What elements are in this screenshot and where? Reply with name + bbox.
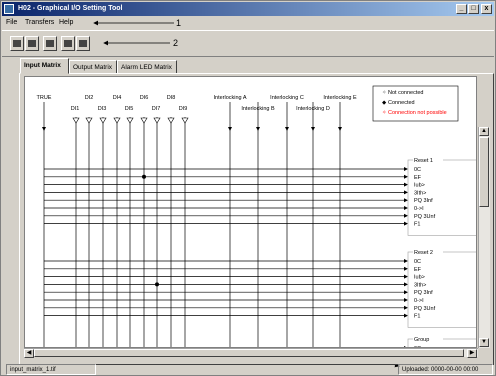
- output-signal-label-7: F1: [414, 222, 420, 228]
- row-arrow-icon-5: [404, 206, 408, 210]
- output-signal-label-11: 3Ith>: [414, 282, 426, 288]
- legend-not-connected: Not connected: [388, 90, 423, 96]
- scroll-down-button[interactable]: ▼: [479, 338, 489, 347]
- input-label-top-7: Interlocking E: [323, 95, 357, 101]
- input-label-bottom-3: DI7: [152, 106, 161, 112]
- not-connected-icon-5: [126, 117, 134, 124]
- row-arrow-icon-11: [404, 282, 408, 287]
- row-arrow-icon-1: [404, 174, 408, 179]
- status-filename: input_matrix_1.tif: [6, 364, 96, 375]
- input-label-bottom-4: DI9: [179, 106, 188, 112]
- tab-alarm-led-matrix[interactable]: Alarm LED Matrix: [117, 60, 177, 74]
- group-title-0: Reset 1: [414, 158, 433, 164]
- not-connected-icon-7: [153, 117, 161, 124]
- not-connected-icon-8: [167, 117, 175, 124]
- scroll-up-button[interactable]: ▲: [479, 127, 489, 136]
- output-signal-label-4: PQ 3Inf: [414, 198, 433, 204]
- column-arrow-icon-10: [228, 127, 232, 131]
- input-label-top-2: DI4: [113, 95, 122, 101]
- output-signal-label-0: 0C: [414, 167, 421, 173]
- output-signal-label-8: 0C: [414, 259, 421, 265]
- input-label-top-1: DI2: [85, 95, 94, 101]
- output-signal-label-9: EF: [414, 267, 422, 273]
- column-arrow-icon-11: [256, 127, 260, 131]
- output-signal-label-1: EF: [414, 175, 422, 181]
- matrix-diagram: TRUE DI2 DI4 DI6 DI8 Interlocking A Interlocki…: [37, 85, 476, 347]
- output-signal-label-10: Iub>: [414, 275, 425, 281]
- output-signal-label-13: 0->I: [414, 298, 424, 304]
- legend-connected: Connected: [388, 100, 415, 106]
- row-arrow-icon-9: [404, 266, 408, 271]
- legend-not-connected-icon: ✧: [382, 89, 387, 96]
- row-arrow-icon-2: [404, 182, 408, 187]
- output-signal-label-5: 0->I: [414, 206, 424, 212]
- output-signal-label-15: F1: [414, 314, 420, 320]
- scroll-left-button[interactable]: ◀: [24, 349, 34, 358]
- status-bar: input_matrix_1.tif Uploaded: 0000-00-00 …: [2, 363, 494, 375]
- row-arrow-icon-3: [404, 190, 408, 195]
- row-arrow-icon-15: [404, 313, 408, 318]
- output-signal-label-6: PQ 3Unf: [414, 214, 436, 220]
- not-connected-icon-2: [85, 117, 93, 124]
- row-arrow-icon-12: [404, 290, 408, 295]
- input-label-top-0: TRUE: [37, 95, 52, 101]
- row-arrow-icon-10: [404, 274, 408, 279]
- input-label-bottom-1: DI3: [98, 106, 107, 112]
- not-connected-icon-4: [113, 117, 121, 124]
- callout-1: 1: [176, 18, 182, 28]
- input-label-top-6: Interlocking C: [270, 95, 304, 101]
- tab-output-matrix[interactable]: Output Matrix: [69, 60, 117, 74]
- not-connected-icon-6: [140, 117, 148, 124]
- app-window: H02 - Graphical I/O Setting Tool _ □ x F…: [0, 0, 496, 376]
- row-arrow-icon-8: [404, 259, 408, 263]
- group-title-1: Reset 2: [414, 250, 433, 256]
- column-arrow-icon-13: [311, 127, 315, 131]
- input-label-top-3: DI6: [140, 95, 149, 101]
- row-arrow-icon-4: [404, 198, 408, 203]
- column-arrow-icon-14: [338, 127, 342, 131]
- not-connected-icon-3: [99, 117, 107, 124]
- output-signal-label-2: Iub>: [414, 183, 425, 189]
- horizontal-scrollbar[interactable]: ◀ ▶: [24, 348, 478, 358]
- input-label-top-4: DI8: [167, 95, 176, 101]
- legend-not-possible-icon: ✧: [382, 109, 387, 116]
- column-arrow-icon-0: [42, 127, 46, 131]
- input-matrix-canvas: TRUE DI2 DI4 DI6 DI8 Interlocking A Interlocki…: [24, 76, 477, 348]
- input-label-bottom-2: DI5: [125, 106, 134, 112]
- row-arrow-icon-7: [404, 221, 408, 226]
- group-title-2: Group: [414, 337, 429, 343]
- not-connected-icon-1: [72, 117, 80, 124]
- input-label-top-5: Interlocking A: [213, 95, 246, 101]
- scroll-right-button[interactable]: ▶: [467, 349, 477, 358]
- column-arrow-icon-12: [285, 127, 289, 131]
- horizontal-scroll-thumb[interactable]: [34, 349, 464, 357]
- row-arrow-icon-0: [404, 167, 408, 171]
- tab-input-matrix[interactable]: Input Matrix: [20, 58, 69, 74]
- output-signal-label-3: 3Ith>: [414, 190, 426, 196]
- connected-dot-0: [142, 174, 146, 179]
- row-arrow-icon-14: [404, 305, 408, 310]
- row-arrow-icon-6: [404, 213, 408, 218]
- status-upload-time: Uploaded: 0000-00-00 00:00: [398, 364, 493, 375]
- vertical-scrollbar[interactable]: ▲ ▼: [478, 127, 490, 348]
- input-label-bottom-0: DI1: [71, 106, 80, 112]
- callout-2: 2: [173, 38, 179, 48]
- connected-dot-1: [155, 282, 159, 287]
- legend-not-possible: Connection not possible: [388, 110, 447, 116]
- not-connected-icon-9: [181, 117, 189, 124]
- row-arrow-icon-13: [404, 298, 408, 302]
- vertical-scroll-thumb[interactable]: [479, 137, 489, 207]
- output-signal-label-14: PQ 3Unf: [414, 306, 436, 312]
- output-signal-label-12: PQ 3Inf: [414, 290, 433, 296]
